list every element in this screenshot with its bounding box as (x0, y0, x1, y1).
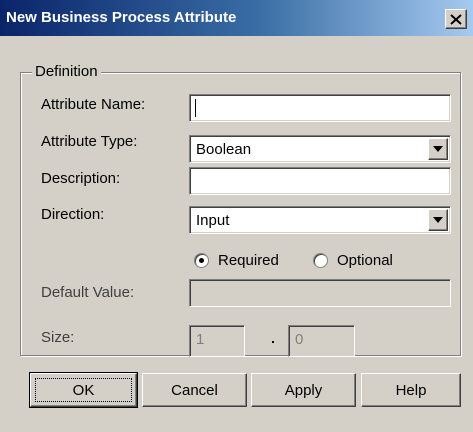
size-separator (272, 341, 274, 343)
attribute-type-value: Boolean (196, 141, 252, 158)
close-icon (450, 13, 462, 25)
description-input[interactable] (189, 167, 451, 195)
default-value-label: Default Value: (41, 284, 135, 301)
attribute-type-select[interactable]: Boolean (189, 135, 451, 163)
window-title: New Business Process Attribute (6, 9, 237, 26)
help-button-label: Help (395, 381, 427, 399)
ok-button-label: OK (72, 381, 95, 399)
cancel-button[interactable]: Cancel (142, 373, 247, 407)
required-radio[interactable]: Required (194, 252, 279, 269)
description-label: Description: (41, 170, 121, 187)
radio-unchecked-icon (313, 253, 328, 268)
text-caret (195, 99, 196, 117)
cancel-button-label: Cancel (171, 381, 218, 399)
direction-dropdown-button[interactable] (428, 209, 448, 231)
help-button[interactable]: Help (361, 373, 461, 407)
attribute-name-label: Attribute Name: (41, 96, 146, 113)
attribute-name-input[interactable] (189, 94, 451, 122)
default-value-input[interactable] (189, 279, 451, 307)
attribute-type-label: Attribute Type: (41, 133, 138, 150)
direction-select[interactable]: Input (189, 206, 451, 234)
ok-button[interactable]: OK (29, 372, 138, 408)
required-radio-label: Required (218, 252, 279, 269)
attribute-type-dropdown-button[interactable] (428, 138, 448, 160)
apply-button[interactable]: Apply (251, 373, 356, 407)
radio-checked-icon (194, 253, 209, 268)
definition-legend: Definition (32, 63, 101, 80)
direction-label: Direction: (41, 206, 105, 223)
precision-input[interactable]: 0 (288, 325, 355, 357)
chevron-down-icon (433, 217, 443, 223)
apply-button-label: Apply (284, 381, 323, 399)
precision-value: 0 (295, 331, 304, 348)
optional-radio-label: Optional (337, 252, 393, 269)
direction-value: Input (196, 212, 230, 229)
title-bar[interactable]: New Business Process Attribute (0, 0, 473, 36)
optional-radio[interactable]: Optional (313, 252, 393, 269)
close-button[interactable] (445, 9, 467, 29)
chevron-down-icon (433, 146, 443, 152)
size-input[interactable]: 1 (189, 325, 245, 357)
size-label: Size: (41, 329, 75, 346)
size-value: 1 (196, 331, 205, 348)
